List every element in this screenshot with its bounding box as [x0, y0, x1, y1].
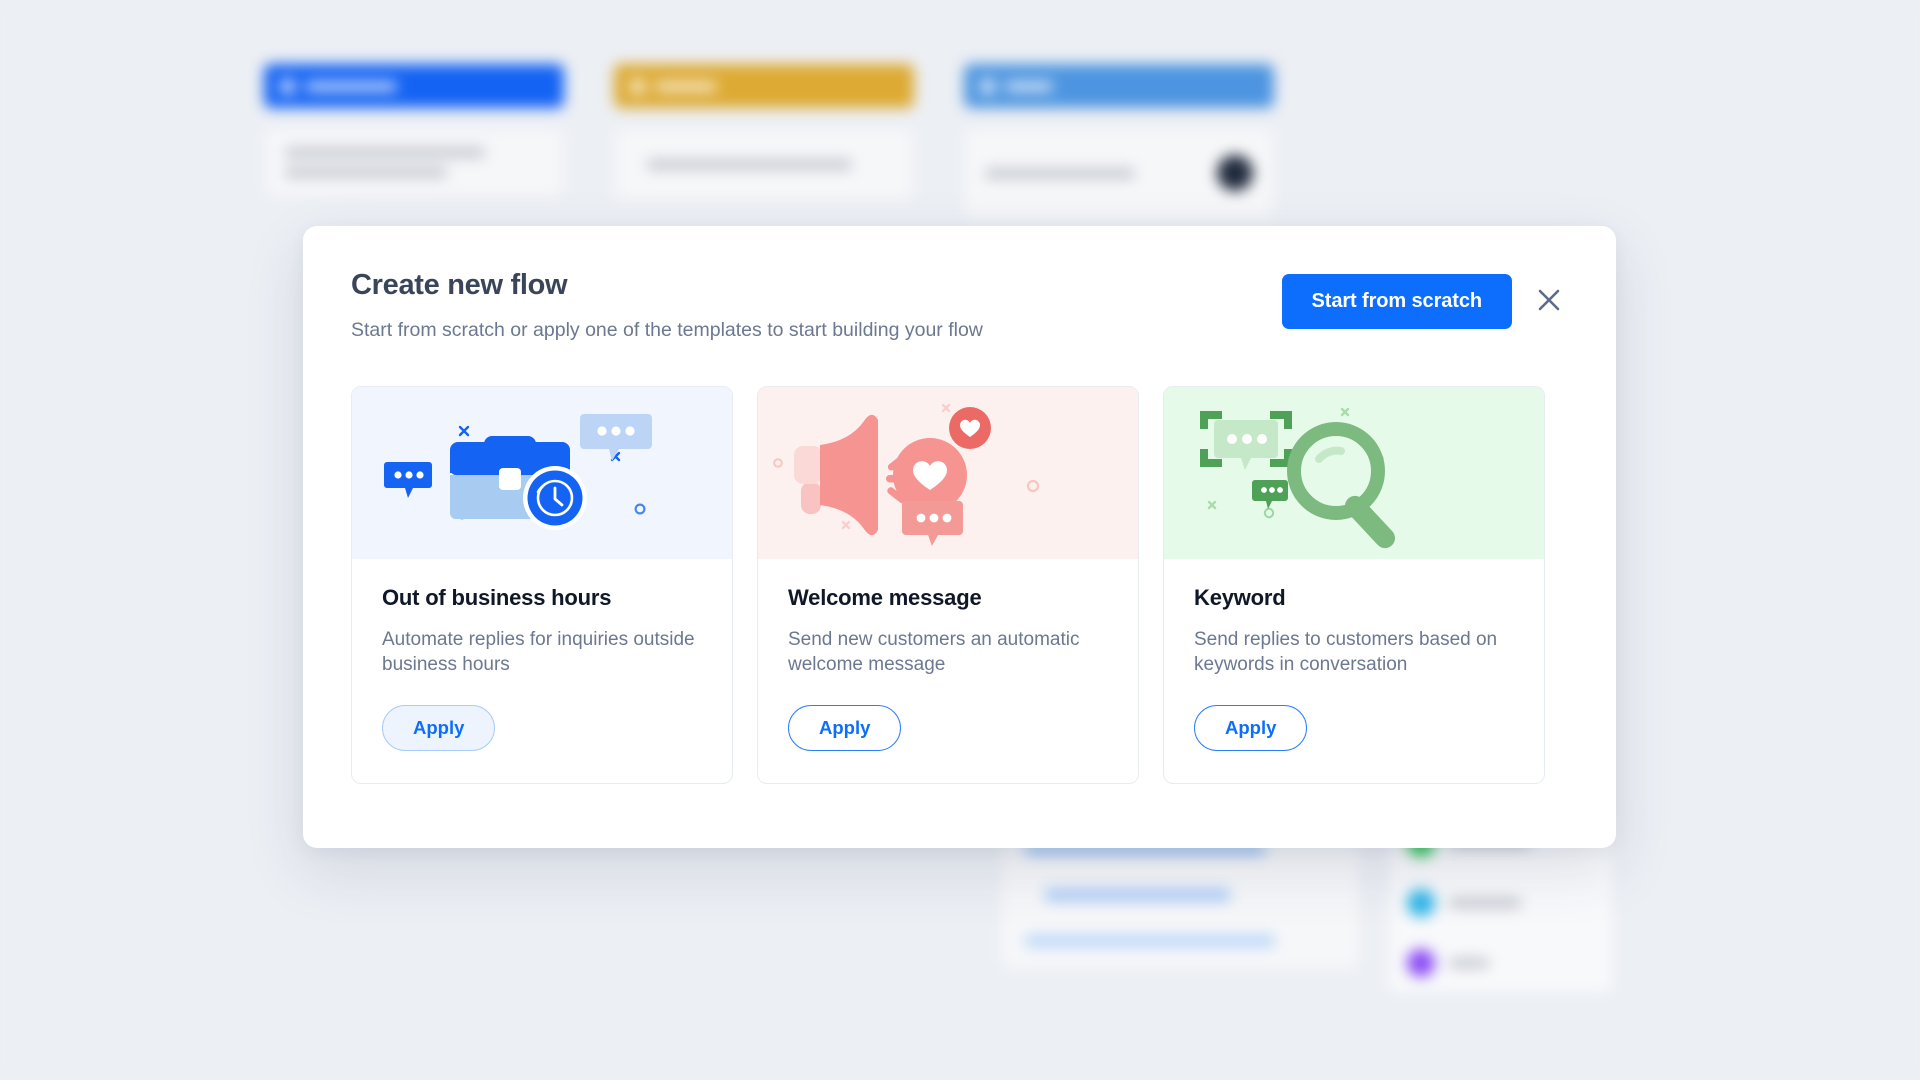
- close-button[interactable]: [1530, 283, 1568, 321]
- card-text-line: [285, 167, 447, 178]
- template-card-out-of-business-hours[interactable]: Out of business hours Automate replies f…: [351, 386, 733, 785]
- channel-list-item: [1407, 949, 1594, 977]
- column-icon: [980, 78, 995, 94]
- apply-button[interactable]: Apply: [1194, 705, 1308, 752]
- modal-header: Create new flow Start from scratch or ap…: [351, 269, 1568, 342]
- card-illustration-area: [1164, 387, 1544, 560]
- create-new-flow-modal: Create new flow Start from scratch or ap…: [303, 226, 1616, 848]
- card-title: Keyword: [1194, 585, 1286, 611]
- board-column-3: [964, 64, 1274, 218]
- column-title-text: [305, 81, 397, 91]
- template-card-list: Out of business hours Automate replies f…: [351, 386, 1568, 785]
- card-illustration-area: [758, 387, 1138, 560]
- channel-label-text: [1449, 898, 1521, 908]
- modal-header-text: Create new flow Start from scratch or ap…: [351, 269, 983, 342]
- board-column-1: [264, 64, 564, 218]
- apply-button[interactable]: Apply: [788, 705, 902, 752]
- board-column-2: [614, 64, 914, 218]
- board-card: [614, 128, 914, 201]
- board-card: [964, 128, 1274, 218]
- card-text-line: [647, 159, 852, 170]
- flow-board: [264, 64, 1274, 218]
- channel-list-item: [1407, 889, 1594, 917]
- column-title-text: [1005, 81, 1053, 91]
- panel-link-line: [1025, 935, 1275, 947]
- column-title-text: [655, 81, 717, 91]
- apply-button[interactable]: Apply: [382, 705, 496, 752]
- modal-subtitle: Start from scratch or apply one of the t…: [351, 318, 983, 341]
- card-illustration-area: [352, 387, 732, 560]
- modal-header-actions: Start from scratch: [1281, 270, 1568, 329]
- card-description: Send replies to customers based on keywo…: [1194, 629, 1498, 675]
- channel-badge-icon: [1407, 949, 1435, 977]
- card-body: Welcome message Send new customers an au…: [758, 559, 1138, 783]
- card-text-line: [285, 147, 485, 158]
- card-body: Out of business hours Automate replies f…: [352, 559, 732, 783]
- close-icon: [1536, 287, 1562, 316]
- board-column-header: [264, 64, 564, 108]
- column-icon: [280, 78, 295, 94]
- avatar: [1217, 155, 1253, 191]
- channel-label-text: [1449, 958, 1489, 968]
- card-description: Send new customers an automatic welcome …: [788, 629, 1080, 675]
- template-card-keyword[interactable]: Keyword Send replies to customers based …: [1163, 386, 1545, 785]
- template-card-welcome-message[interactable]: Welcome message Send new customers an au…: [757, 386, 1139, 785]
- card-title: Out of business hours: [382, 585, 612, 611]
- board-card: [264, 128, 564, 197]
- card-body: Keyword Send replies to customers based …: [1164, 559, 1544, 783]
- board-column-header: [614, 64, 914, 108]
- card-title: Welcome message: [788, 585, 982, 611]
- panel-link-line: [1045, 889, 1230, 901]
- board-column-header: [964, 64, 1274, 108]
- column-icon: [630, 78, 645, 94]
- start-from-scratch-button[interactable]: Start from scratch: [1281, 274, 1512, 329]
- card-description: Automate replies for inquiries outside b…: [382, 629, 695, 675]
- card-text-line: [985, 167, 1135, 179]
- page-title: Create new flow: [351, 269, 568, 301]
- channel-badge-icon: [1407, 889, 1435, 917]
